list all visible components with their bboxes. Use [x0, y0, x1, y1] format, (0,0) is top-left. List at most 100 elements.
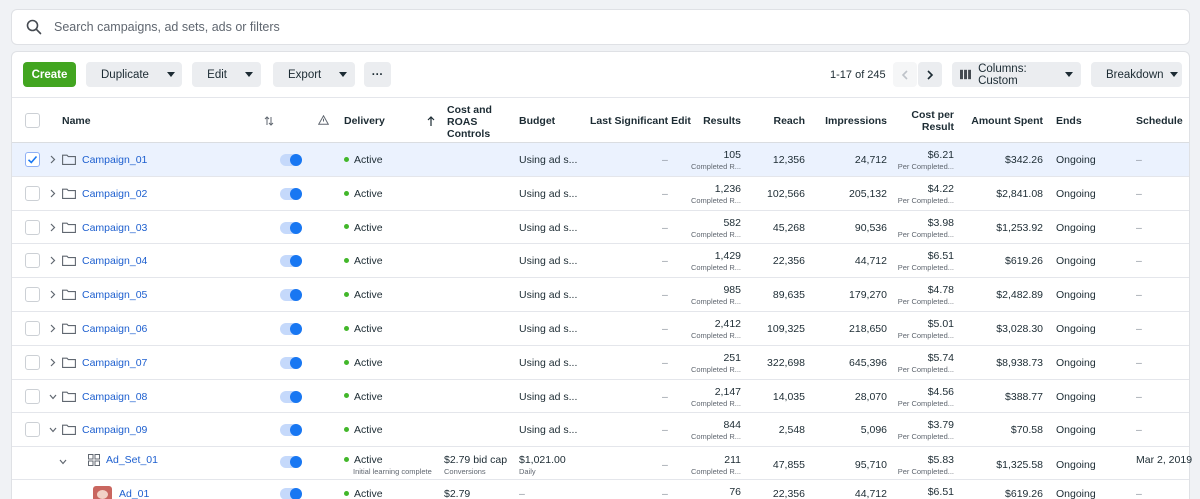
chevron-down-icon[interactable] [166, 72, 175, 77]
budget-cell[interactable]: Using ad s... [519, 222, 577, 234]
campaign-name-link[interactable]: Campaign_08 [82, 391, 147, 403]
table-row-ad[interactable]: Ad_01 Active $2.79 – – 76 22,356 44,712 … [12, 480, 1189, 499]
row-checkbox[interactable] [25, 422, 40, 438]
table-row[interactable]: Campaign_03 Active Using ad s... – 582 Comple… [12, 211, 1189, 245]
row-checkbox[interactable] [25, 219, 40, 235]
campaign-toggle[interactable] [280, 424, 302, 437]
budget-cell[interactable]: Using ad s... [519, 424, 577, 436]
table-row[interactable]: Campaign_06 Active Using ad s... – 2,412 Comp… [12, 312, 1189, 346]
row-checkbox[interactable] [25, 388, 40, 404]
select-all-checkbox[interactable] [25, 113, 40, 128]
table-row[interactable]: Campaign_09 Active Using ad s... – 844 Comple… [12, 413, 1189, 448]
campaign-name-link[interactable]: Campaign_02 [82, 188, 147, 200]
breakdown-dropdown[interactable]: Breakdown [1091, 62, 1182, 87]
adset-budget[interactable]: $1,021.00 [519, 454, 566, 466]
more-options-button[interactable]: ··· [364, 62, 391, 87]
table-row[interactable]: Campaign_04 Active Using ad s... – 1,429 Comp… [12, 244, 1189, 279]
breakdown-label: Breakdown [1106, 68, 1164, 81]
ad-toggle[interactable] [280, 488, 302, 499]
table-row[interactable]: Campaign_02 Active Using ad s... – 1,236 Comp… [12, 177, 1189, 211]
warning-icon[interactable] [318, 115, 329, 125]
chevron-down-icon[interactable] [339, 72, 348, 77]
column-header-reach[interactable]: Reach [745, 115, 805, 127]
edit-button[interactable]: Edit [192, 62, 261, 87]
campaign-name-link[interactable]: Campaign_03 [82, 222, 147, 234]
cost-per-result-cell: $4.78 [927, 284, 954, 297]
table-row[interactable]: Campaign_05 Active Using ad s... – 985 Comple… [12, 278, 1189, 312]
export-button[interactable]: Export [273, 62, 355, 87]
column-header-amount-spent[interactable]: Amount Spent [962, 115, 1043, 127]
chevron-right-icon[interactable] [50, 256, 56, 265]
row-checkbox[interactable] [25, 253, 40, 269]
toggle-knob [290, 390, 302, 403]
ad-thumbnail[interactable] [93, 486, 112, 499]
ad-delivery: Active [344, 488, 383, 499]
budget-cell[interactable]: Using ad s... [519, 323, 577, 335]
column-header-ends[interactable]: Ends [1056, 115, 1082, 127]
campaign-toggle[interactable] [280, 323, 302, 335]
column-header-cost-roas[interactable]: Cost and ROAS Controls [447, 104, 492, 140]
campaign-name-link[interactable]: Campaign_01 [82, 154, 147, 166]
next-page-button[interactable] [918, 62, 942, 87]
chevron-right-icon[interactable] [50, 189, 56, 198]
chevron-down-icon [1169, 72, 1178, 77]
chevron-right-icon[interactable] [50, 358, 56, 367]
chevron-down-icon[interactable] [245, 72, 253, 77]
columns-dropdown[interactable]: Columns: Custom [952, 62, 1081, 87]
budget-cell[interactable]: Using ad s... [519, 255, 577, 267]
column-header-budget[interactable]: Budget [519, 115, 555, 127]
row-checkbox[interactable] [25, 321, 40, 336]
campaign-name-link[interactable]: Campaign_06 [82, 323, 147, 335]
column-header-cost-per-result[interactable]: Cost per Result [892, 109, 954, 133]
campaign-name-link[interactable]: Campaign_09 [82, 424, 147, 436]
table-row[interactable]: Campaign_01 Active Using ad s... – 105 Comple… [12, 143, 1189, 177]
previous-page-button[interactable] [893, 62, 917, 87]
campaign-name-link[interactable]: Campaign_05 [82, 289, 147, 301]
chevron-right-icon[interactable] [50, 290, 56, 299]
chevron-down-icon[interactable] [49, 427, 57, 433]
adset-name-link[interactable]: Ad_Set_01 [106, 454, 158, 466]
campaign-toggle[interactable] [280, 154, 302, 166]
column-header-schedule[interactable]: Schedule [1136, 115, 1183, 127]
chevron-down-icon[interactable] [49, 394, 57, 400]
row-checkbox[interactable] [25, 354, 40, 370]
budget-cell[interactable]: Using ad s... [519, 154, 577, 166]
campaign-toggle[interactable] [280, 289, 302, 302]
campaign-toggle[interactable] [280, 187, 302, 200]
campaign-name-link[interactable]: Campaign_07 [82, 357, 147, 369]
schedule-cell: – [1136, 221, 1142, 234]
budget-cell[interactable]: Using ad s... [519, 391, 577, 403]
column-header-cpr-line: Cost per [911, 109, 954, 121]
campaign-name-link[interactable]: Campaign_04 [82, 255, 147, 267]
chevron-right-icon[interactable] [50, 324, 56, 333]
column-header-delivery[interactable]: Delivery [344, 115, 385, 127]
adset-toggle[interactable] [280, 456, 302, 468]
table-row-adset[interactable]: Ad_Set_01 Active Initial learning comple… [12, 447, 1192, 480]
campaign-toggle[interactable] [280, 221, 302, 234]
budget-cell[interactable]: Using ad s... [519, 188, 577, 200]
schedule-cell: – [1136, 289, 1142, 302]
column-header-impressions[interactable]: Impressions [812, 115, 887, 127]
ad-name-link[interactable]: Ad_01 [119, 488, 149, 499]
campaign-toggle[interactable] [280, 390, 302, 403]
row-checkbox[interactable] [25, 185, 40, 201]
campaign-toggle[interactable] [280, 255, 302, 268]
chevron-right-icon[interactable] [50, 223, 56, 232]
budget-cell[interactable]: Using ad s... [519, 289, 577, 301]
sort-icon[interactable] [264, 116, 274, 126]
chevron-right-icon[interactable] [50, 155, 56, 164]
table-row[interactable]: Campaign_08 Active Using ad s... – 2,147 Comp… [12, 380, 1189, 414]
row-checkbox[interactable] [25, 152, 40, 167]
campaign-toggle[interactable] [280, 356, 302, 369]
column-header-name[interactable]: Name [62, 115, 91, 127]
duplicate-button[interactable]: Duplicate [86, 62, 182, 87]
arrow-up-icon[interactable] [427, 116, 435, 126]
row-checkbox[interactable] [25, 287, 40, 303]
table-row[interactable]: Campaign_07 Active Using ad s... – 251 Comple… [12, 346, 1189, 380]
chevron-down-icon[interactable] [59, 459, 67, 465]
create-button[interactable]: Create [23, 62, 76, 87]
search-bar[interactable]: Search campaigns, ad sets, ads or filter… [11, 9, 1190, 45]
budget-cell[interactable]: Using ad s... [519, 357, 577, 369]
search-input[interactable]: Search campaigns, ad sets, ads or filter… [54, 20, 280, 34]
column-header-results[interactable]: Results [672, 115, 741, 127]
